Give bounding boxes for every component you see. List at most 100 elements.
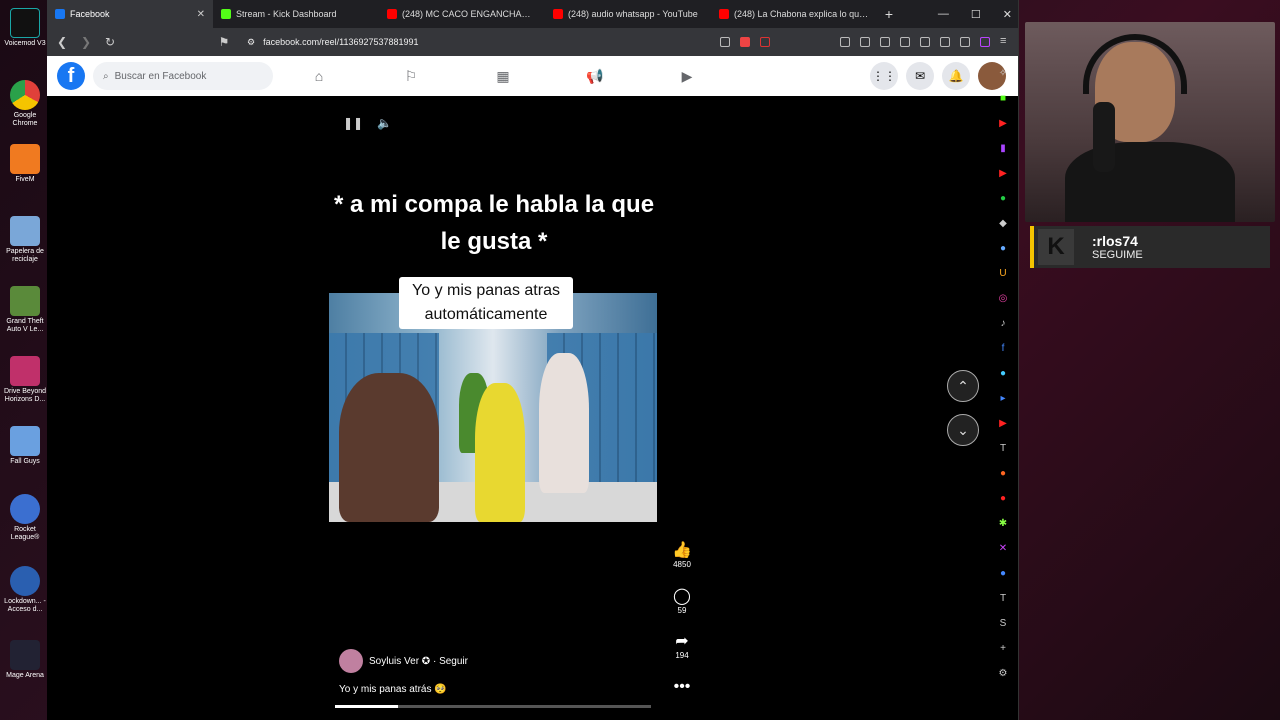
headset bbox=[1083, 34, 1187, 94]
add-icon[interactable]: + bbox=[998, 643, 1009, 657]
marketplace-icon[interactable]: ▦ bbox=[491, 64, 515, 88]
desktop-icon-chrome[interactable]: Google Chrome bbox=[2, 80, 48, 128]
extension-icon[interactable]: ▸ bbox=[998, 393, 1009, 407]
rewards-icon[interactable] bbox=[760, 37, 770, 47]
recycle-bin-icon bbox=[10, 216, 40, 246]
person-white-shirt bbox=[539, 353, 589, 493]
leo-icon[interactable] bbox=[980, 37, 990, 47]
extension-icon[interactable]: ● bbox=[998, 468, 1009, 482]
brave-shield-icon[interactable] bbox=[740, 37, 750, 47]
desktop-icon-mage-arena[interactable]: Mage Arena bbox=[2, 640, 48, 680]
desktop-icon-voicemod[interactable]: Voicemod V3 bbox=[2, 8, 48, 48]
desktop-icon-gta[interactable]: Grand Theft Auto V Le... bbox=[2, 286, 48, 334]
text-icon[interactable]: T bbox=[998, 593, 1009, 607]
url-field[interactable]: ⚙ facebook.com/reel/1136927537881991 bbox=[241, 31, 710, 53]
reel-author[interactable]: Soyluis Ver ✪ · Seguir bbox=[339, 649, 468, 673]
tab-youtube-1[interactable]: (248) MC CACO ENGANCHADO 202... bbox=[379, 0, 545, 28]
facebook-icon[interactable]: f bbox=[998, 343, 1009, 357]
instagram-icon[interactable]: ◎ bbox=[998, 293, 1009, 307]
share-button[interactable]: ➦ 194 bbox=[667, 633, 697, 660]
home-icon[interactable]: ⌂ bbox=[307, 64, 331, 88]
youtube-favicon-icon bbox=[719, 9, 729, 19]
menu-grid-icon[interactable]: ⋮⋮ bbox=[870, 62, 898, 90]
ads-icon[interactable]: 📢 bbox=[583, 64, 607, 88]
tab-facebook[interactable]: Facebook ✕ bbox=[47, 0, 213, 28]
tiktok-icon[interactable]: ♪ bbox=[998, 318, 1009, 332]
site-info-icon[interactable]: ⚙ bbox=[247, 37, 255, 48]
text-icon[interactable]: T bbox=[998, 443, 1009, 457]
next-reel-button[interactable]: ⌄ bbox=[947, 414, 979, 446]
notifications-icon[interactable]: 🔔 bbox=[942, 62, 970, 90]
youtube-icon[interactable]: ▶ bbox=[998, 418, 1009, 432]
extension-icon[interactable]: S bbox=[998, 618, 1009, 632]
browser-window: Facebook ✕ Stream - Kick Dashboard (248)… bbox=[47, 0, 1019, 720]
pause-icon[interactable]: ❚❚ bbox=[343, 116, 363, 130]
pages-icon[interactable]: ⚐ bbox=[399, 64, 423, 88]
facebook-header: f ⌕ Buscar en Facebook ⌂ ⚐ ▦ 📢 ▶ ⋮⋮ ✉ 🔔 bbox=[47, 56, 1018, 96]
sidebar-icon[interactable] bbox=[900, 37, 910, 47]
extension-icon[interactable] bbox=[840, 37, 850, 47]
person-yellow bbox=[475, 383, 525, 522]
forward-icon[interactable]: ❯ bbox=[79, 35, 93, 49]
author-avatar[interactable] bbox=[339, 649, 363, 673]
video-icon[interactable]: ▶ bbox=[675, 64, 699, 88]
like-button[interactable]: 👍 4850 bbox=[667, 542, 697, 569]
more-options-button[interactable]: ••• bbox=[667, 678, 697, 696]
vpn-icon[interactable] bbox=[960, 37, 970, 47]
new-tab-button[interactable]: + bbox=[877, 6, 901, 22]
steam-icon[interactable]: ● bbox=[998, 243, 1009, 257]
volume-icon[interactable]: 🔈 bbox=[377, 116, 392, 130]
kick-icon[interactable]: ■ bbox=[998, 93, 1009, 107]
rocket-league-icon bbox=[10, 494, 40, 524]
desktop-icon-rocket-league[interactable]: Rocket League® bbox=[2, 494, 48, 542]
magnet-icon[interactable]: U bbox=[998, 268, 1009, 282]
close-window-icon[interactable]: ✕ bbox=[1003, 8, 1012, 21]
tab-youtube-2[interactable]: (248) audio whatsapp - YouTube bbox=[545, 0, 711, 28]
extension-icon[interactable] bbox=[720, 37, 730, 47]
extension-icon[interactable]: ✱ bbox=[998, 518, 1009, 532]
desktop-icon-recycle-bin[interactable]: Papelera de reciclaje bbox=[2, 216, 48, 264]
extension-icon[interactable] bbox=[860, 37, 870, 47]
back-icon[interactable]: ❮ bbox=[55, 35, 69, 49]
window-controls: — ☐ ✕ bbox=[938, 0, 1012, 28]
music-icon[interactable] bbox=[880, 37, 890, 47]
desktop-icon-drive-beyond[interactable]: Drive Beyond Horizons D... bbox=[2, 356, 48, 404]
bookmark-icon[interactable]: ⚑ bbox=[217, 35, 231, 49]
facebook-search[interactable]: ⌕ Buscar en Facebook bbox=[93, 62, 273, 90]
edge-icon[interactable]: ● bbox=[998, 368, 1009, 382]
desktop-icon-fivem[interactable]: FiveM bbox=[2, 144, 48, 184]
extension-icon[interactable] bbox=[940, 37, 950, 47]
reel-description: Yo y mis panas atrás 🥺 bbox=[339, 684, 447, 695]
close-tab-icon[interactable]: ✕ bbox=[197, 9, 205, 20]
maximize-icon[interactable]: ☐ bbox=[971, 8, 981, 21]
tab-bar: Facebook ✕ Stream - Kick Dashboard (248)… bbox=[47, 0, 1018, 28]
extension-icon[interactable]: ● bbox=[998, 493, 1009, 507]
desktop-icon-fall-guys[interactable]: Fall Guys bbox=[2, 426, 48, 466]
menu-icon[interactable]: ≡ bbox=[1000, 36, 1010, 47]
reel-progress-bar[interactable] bbox=[335, 705, 651, 708]
tab-youtube-3[interactable]: (248) La Chabona explica lo que qui... bbox=[711, 0, 877, 28]
previous-reel-button[interactable]: ⌃ bbox=[947, 370, 979, 402]
lockdown-icon bbox=[10, 566, 40, 596]
wallet-icon[interactable] bbox=[920, 37, 930, 47]
reload-icon[interactable]: ↻ bbox=[103, 35, 117, 49]
messenger-icon[interactable]: ✉ bbox=[906, 62, 934, 90]
extension-icon[interactable]: ● bbox=[998, 568, 1009, 582]
streamer-tagline: SEGUIME bbox=[1092, 249, 1143, 261]
extension-icon[interactable]: ◆ bbox=[998, 218, 1009, 232]
minimize-icon[interactable]: — bbox=[938, 8, 949, 20]
youtube-icon[interactable]: ▶ bbox=[998, 118, 1009, 132]
settings-icon[interactable]: ⚙ bbox=[998, 668, 1009, 682]
address-bar: ❮ ❯ ↻ ⚑ ⚙ facebook.com/reel/113692753788… bbox=[47, 28, 1018, 56]
pin-icon[interactable]: ✧ bbox=[998, 68, 1009, 82]
facebook-nav: ⌂ ⚐ ▦ 📢 ▶ bbox=[307, 56, 699, 96]
tab-kick-dashboard[interactable]: Stream - Kick Dashboard bbox=[213, 0, 379, 28]
whatsapp-icon[interactable]: ● bbox=[998, 193, 1009, 207]
desktop-icon-lockdown[interactable]: Lockdown... - Acceso d... bbox=[2, 566, 48, 614]
facebook-logo[interactable]: f bbox=[57, 62, 85, 90]
extension-icon[interactable]: ✕ bbox=[998, 543, 1009, 557]
reel-viewer: ❚❚ 🔈 * a mi compa le habla la que le gus… bbox=[47, 96, 987, 716]
comment-button[interactable]: ◯ 59 bbox=[667, 588, 697, 615]
twitch-icon[interactable]: ▮ bbox=[998, 143, 1009, 157]
youtube-icon[interactable]: ▶ bbox=[998, 168, 1009, 182]
